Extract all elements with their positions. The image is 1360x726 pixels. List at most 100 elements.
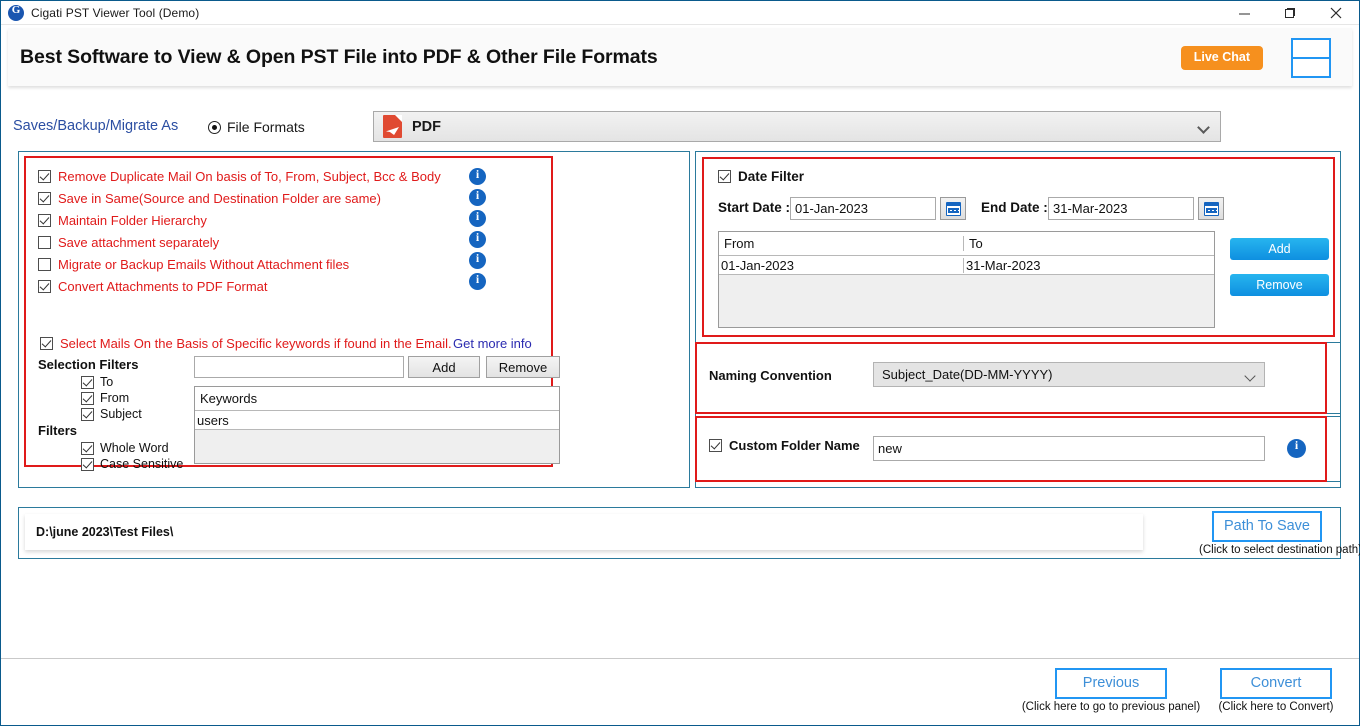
date-remove-button[interactable]: Remove (1230, 274, 1329, 296)
options-panel-highlight: Remove Duplicate Mail On basis of To, Fr… (24, 156, 560, 471)
filter-subject[interactable]: Subject (81, 407, 142, 421)
format-dropdown-value: PDF (412, 118, 441, 135)
format-dropdown[interactable]: PDF (373, 111, 1221, 142)
option-maintain-folder-hierarchy[interactable]: Maintain Folder Hierarchy (38, 210, 207, 231)
end-date-label: End Date : (981, 200, 1048, 215)
convert-button-hint: (Click here to Convert) (1218, 701, 1334, 713)
checkbox-icon[interactable] (709, 439, 722, 452)
info-icon[interactable] (469, 230, 486, 248)
naming-convention-label: Naming Convention (709, 368, 832, 383)
checkbox-icon[interactable] (81, 407, 94, 421)
filter-case-sensitive[interactable]: Case Sensitive (81, 457, 183, 471)
checkbox-icon[interactable] (40, 337, 53, 350)
destination-path-field[interactable]: D:\june 2023\Test Files\ (25, 514, 1143, 550)
table-row[interactable]: users (195, 411, 559, 430)
checkbox-icon[interactable] (38, 214, 51, 227)
maximize-icon[interactable] (1267, 1, 1313, 25)
date-range-grid[interactable]: From To 01-Jan-2023 31-Mar-2023 (718, 231, 1215, 328)
column-header-to: To (969, 236, 983, 251)
custom-folder-input[interactable] (873, 436, 1265, 461)
options-panel: Remove Duplicate Mail On basis of To, Fr… (18, 151, 690, 488)
checkbox-icon[interactable] (81, 375, 94, 389)
column-header-from: From (719, 236, 964, 251)
option-label: Remove Duplicate Mail On basis of To, Fr… (58, 169, 441, 184)
keyword-remove-button[interactable]: Remove (486, 356, 560, 378)
filters-title: Filters (38, 423, 78, 438)
chevron-down-icon (1197, 121, 1210, 134)
keyword-grid-empty-area (195, 430, 559, 463)
close-icon[interactable] (1313, 1, 1359, 25)
checkbox-icon[interactable] (81, 391, 94, 405)
end-date-calendar-icon[interactable] (1198, 197, 1224, 220)
naming-convention-value: Subject_Date(DD-MM-YYYY) (882, 367, 1053, 382)
option-label: Maintain Folder Hierarchy (58, 213, 207, 228)
option-migrate-without-attachments[interactable]: Migrate or Backup Emails Without Attachm… (38, 254, 349, 275)
live-chat-button[interactable]: Live Chat (1180, 46, 1263, 70)
filter-label: From (100, 391, 130, 405)
info-icon[interactable] (469, 167, 486, 185)
destination-path-panel: D:\june 2023\Test Files\ Path To Save (C… (18, 507, 1360, 559)
filter-label: Subject (100, 407, 142, 421)
path-to-save-button[interactable]: Path To Save (1212, 511, 1322, 542)
option-remove-duplicate-mail[interactable]: Remove Duplicate Mail On basis of To, Fr… (38, 166, 441, 187)
minimize-icon[interactable] (1221, 1, 1267, 25)
keyword-input[interactable] (194, 356, 404, 378)
custom-folder-checkbox[interactable]: Custom Folder Name (709, 438, 860, 453)
hamburger-menu-icon[interactable] (1291, 38, 1331, 78)
keyword-cell: users (197, 412, 229, 428)
option-convert-attachments-to-pdf[interactable]: Convert Attachments to PDF Format (38, 276, 268, 297)
option-label: Save in Same(Source and Destination Fold… (58, 191, 381, 206)
previous-button-group: Previous (Click here to go to previous p… (1021, 668, 1201, 713)
date-grid-header: From To (719, 232, 1214, 256)
start-date-input[interactable] (790, 197, 936, 220)
get-more-info-link[interactable]: Get more info (453, 336, 532, 351)
filter-whole-word[interactable]: Whole Word (81, 441, 169, 455)
destination-path-value: D:\june 2023\Test Files\ (36, 525, 174, 539)
checkbox-icon[interactable] (38, 192, 51, 205)
start-date-label: Start Date : (718, 200, 791, 215)
keyword-selection-checkbox[interactable]: Select Mails On the Basis of Specific ke… (40, 336, 452, 351)
start-date-calendar-icon[interactable] (940, 197, 966, 220)
keyword-add-button[interactable]: Add (408, 356, 480, 378)
previous-button[interactable]: Previous (1055, 668, 1167, 699)
checkbox-icon[interactable] (81, 441, 94, 455)
calendar-glyph (1203, 201, 1219, 216)
path-to-save-group: Path To Save (Click to select destinatio… (1199, 511, 1360, 556)
info-icon[interactable] (1287, 438, 1306, 458)
naming-convention-dropdown[interactable]: Subject_Date(DD-MM-YYYY) (873, 362, 1265, 387)
end-date-input[interactable] (1048, 197, 1194, 220)
info-icon[interactable] (469, 251, 486, 269)
filter-from[interactable]: From (81, 391, 129, 405)
option-save-attachment-separately[interactable]: Save attachment separately (38, 232, 219, 253)
option-label: Convert Attachments to PDF Format (58, 279, 268, 294)
footer-divider (1, 658, 1359, 659)
header-banner: Best Software to View & Open PST File in… (8, 28, 1352, 86)
hamburger-bar (1293, 57, 1305, 59)
custom-folder-highlight: Custom Folder Name (695, 416, 1327, 482)
keyword-grid[interactable]: Keywords users (194, 386, 560, 464)
table-row[interactable]: 01-Jan-2023 31-Mar-2023 (719, 256, 1214, 275)
radio-icon (208, 120, 221, 134)
checkbox-icon[interactable] (38, 280, 51, 293)
info-icon[interactable] (469, 209, 486, 227)
checkbox-icon[interactable] (38, 258, 51, 271)
convert-button-group: Convert (Click here to Convert) (1201, 668, 1351, 713)
info-icon[interactable] (469, 188, 486, 206)
convert-button[interactable]: Convert (1220, 668, 1332, 699)
checkbox-icon[interactable] (38, 236, 51, 249)
custom-folder-label: Custom Folder Name (729, 438, 860, 453)
checkbox-icon[interactable] (38, 170, 51, 183)
checkbox-icon[interactable] (81, 457, 94, 471)
option-save-in-same[interactable]: Save in Same(Source and Destination Fold… (38, 188, 381, 209)
option-label: Migrate or Backup Emails Without Attachm… (58, 257, 350, 272)
checkbox-icon[interactable] (718, 170, 731, 183)
date-grid-empty-area (719, 275, 1214, 327)
filter-label: To (100, 375, 114, 389)
date-add-button[interactable]: Add (1230, 238, 1329, 260)
from-cell: 01-Jan-2023 (719, 257, 964, 273)
file-formats-radio[interactable]: File Formats (208, 119, 305, 135)
date-filter-checkbox[interactable]: Date Filter (718, 169, 804, 184)
info-icon[interactable] (469, 272, 486, 290)
keyword-selection-label: Select Mails On the Basis of Specific ke… (60, 336, 452, 351)
filter-to[interactable]: To (81, 375, 113, 389)
